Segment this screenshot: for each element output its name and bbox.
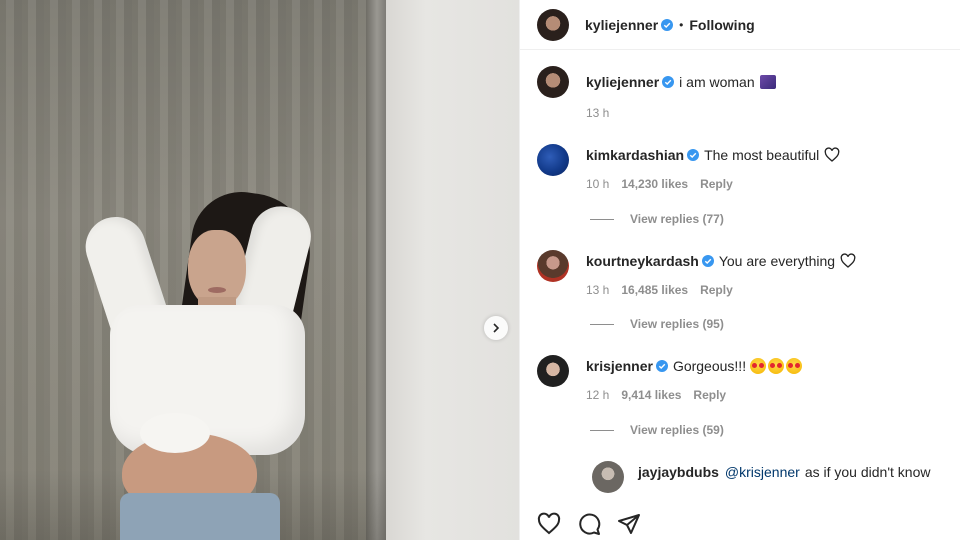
comment-icon[interactable] [577,512,601,536]
comment-item: kimkardashian The most beautiful 10 h 14… [537,144,840,193]
commenter-avatar[interactable] [537,144,569,176]
verified-badge-icon [655,360,668,372]
comment-like-heart-icon[interactable] [840,253,856,269]
view-replies-button[interactable]: View replies (59) [590,423,724,437]
comment-text: Gorgeous!!! [672,358,747,374]
background-wall [386,0,519,540]
comment-likes[interactable]: 14,230 likes [621,175,688,193]
post-header: kyliejenner • Following [520,0,960,50]
reply-button[interactable]: Reply [693,386,726,404]
subject-lips [208,287,226,293]
carousel-next-button[interactable] [484,316,508,340]
commenter-username[interactable]: kourtneykardash [586,252,699,270]
reply-button[interactable]: Reply [700,175,733,193]
view-replies-label: View replies (95) [630,317,724,331]
subject-jeans [120,493,280,540]
caption-timestamp[interactable]: 13 h [586,104,609,122]
view-replies-button[interactable]: View replies (95) [590,317,724,331]
comment-timestamp[interactable]: 13 h [586,281,609,299]
post-media[interactable] [0,0,519,540]
caption-row: kyliejenner i am woman 13 h [537,66,776,122]
post-actions-bar [537,512,641,536]
curtain-edge [366,0,388,540]
view-replies-label: View replies (77) [630,212,724,226]
post-sidebar: kyliejenner • Following kyliejenner i am… [519,0,960,540]
comment-likes[interactable]: 9,414 likes [621,386,681,404]
verified-badge-icon [701,255,714,267]
reply-mention-link[interactable]: @krisjenner [725,463,800,481]
caption-author-avatar[interactable] [537,66,569,98]
view-replies-button[interactable]: View replies (77) [590,212,724,226]
verified-badge-icon [662,76,675,88]
reply-item: jayjaybdubs @krisjenner as if you didn't… [592,461,930,493]
commenter-username[interactable]: kimkardashian [586,146,684,164]
divider-line [590,218,614,220]
heart-eyes-emoji-icon [768,358,785,374]
commenter-avatar[interactable] [537,355,569,387]
comment-likes[interactable]: 16,485 likes [621,281,688,299]
verified-badge-icon [661,18,674,31]
divider-line [590,323,614,325]
comment-text: You are everything [718,253,836,269]
heart-icon[interactable] [537,512,561,536]
comment-text: The most beautiful [704,147,820,163]
caption-author-username[interactable]: kyliejenner [586,73,659,91]
comment-item: krisjenner Gorgeous!!! 12 h 9,414 likes … [537,355,803,404]
caption-text: i am woman [679,74,755,90]
comment-item: kourtneykardash You are everything 13 h … [537,250,856,299]
following-button[interactable]: Following [689,17,754,33]
commenter-avatar[interactable] [537,250,569,282]
comment-timestamp[interactable]: 12 h [586,386,609,404]
reply-author-username[interactable]: jayjaybdubs [638,463,719,481]
verified-badge-icon [687,149,700,161]
comment-like-heart-icon[interactable] [824,147,840,163]
reply-text: as if you didn't know [804,464,931,480]
separator-dot: • [679,17,684,32]
heart-eyes-emoji-icon [750,358,767,374]
heart-eyes-emoji-icon [786,358,803,374]
view-replies-label: View replies (59) [630,423,724,437]
reply-author-avatar[interactable] [592,461,624,493]
send-icon[interactable] [617,512,641,536]
chevron-right-icon [493,323,500,333]
shirt-knot [140,413,210,453]
author-avatar[interactable] [537,8,569,41]
divider-line [590,429,614,431]
commenter-username[interactable]: krisjenner [586,357,653,375]
comment-timestamp[interactable]: 10 h [586,175,609,193]
reply-button[interactable]: Reply [700,281,733,299]
emoji-icon [759,75,776,89]
photo-subject [77,175,320,540]
author-username[interactable]: kyliejenner [585,17,658,33]
